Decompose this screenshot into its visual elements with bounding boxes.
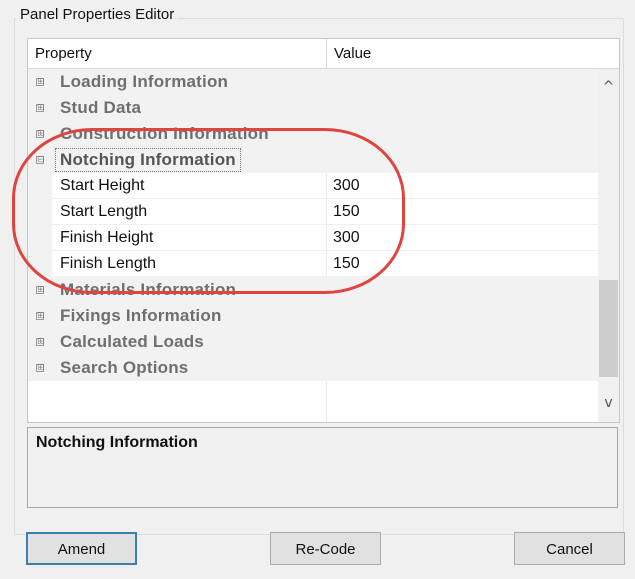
category-fixings-information[interactable]: ⊞ Fixings Information <box>28 303 598 329</box>
category-materials-information[interactable]: ⊞ Materials Information <box>28 277 598 303</box>
expand-icon[interactable]: ⊞ <box>36 104 45 113</box>
expand-icon[interactable]: ⊞ <box>36 286 45 295</box>
row-indent <box>28 251 52 277</box>
row-indent <box>28 199 52 225</box>
recode-button[interactable]: Re-Code <box>270 532 381 565</box>
grid-empty-area <box>28 381 598 422</box>
expand-icon[interactable]: ⊞ <box>36 364 45 373</box>
expand-icon[interactable]: ⊞ <box>36 312 45 321</box>
category-label: Search Options <box>60 358 189 377</box>
property-grid[interactable]: Property Value ⊞ Loading Information ⊞ S… <box>27 38 620 423</box>
grid-header: Property Value <box>28 39 619 69</box>
panel-properties-editor-window: Panel Properties Editor Property Value ⊞… <box>0 0 635 579</box>
category-label: Fixings Information <box>60 306 222 325</box>
property-value[interactable]: 300 <box>333 177 360 195</box>
description-title: Notching Information <box>36 434 198 451</box>
category-label: Loading Information <box>60 72 229 91</box>
scroll-up-arrow-icon[interactable]: ^ <box>598 77 619 97</box>
category-loading-information[interactable]: ⊞ Loading Information <box>28 69 598 95</box>
category-stud-data[interactable]: ⊞ Stud Data <box>28 95 598 121</box>
category-calculated-loads[interactable]: ⊞ Calculated Loads <box>28 329 598 355</box>
amend-button[interactable]: Amend <box>26 532 137 565</box>
column-header-property[interactable]: Property <box>28 39 327 68</box>
category-search-options[interactable]: ⊞ Search Options <box>28 355 598 381</box>
property-row-finish-length[interactable]: Finish Length 150 <box>28 251 598 277</box>
property-name: Finish Height <box>60 229 154 246</box>
property-row-finish-height[interactable]: Finish Height 300 <box>28 225 598 251</box>
expand-icon[interactable]: ⊞ <box>36 130 45 139</box>
category-construction-information[interactable]: ⊞ Construction Information <box>28 121 598 147</box>
scroll-down-arrow-icon[interactable]: v <box>598 393 619 413</box>
property-row-start-length[interactable]: Start Length 150 <box>28 199 598 225</box>
column-header-value[interactable]: Value <box>327 39 619 68</box>
column-divider <box>326 251 327 277</box>
category-label: Calculated Loads <box>60 332 204 351</box>
category-label: Construction Information <box>60 124 269 143</box>
category-label: Notching Information <box>55 148 241 172</box>
column-divider <box>326 381 327 422</box>
row-indent <box>28 225 52 251</box>
expand-icon[interactable]: ⊞ <box>36 78 45 87</box>
column-divider <box>326 199 327 225</box>
property-name: Start Length <box>60 203 148 220</box>
property-name: Start Height <box>60 177 145 194</box>
property-row-start-height[interactable]: Start Height 300 <box>28 173 598 199</box>
category-label: Materials Information <box>60 280 237 299</box>
row-indent <box>28 173 52 199</box>
scrollbar-thumb[interactable] <box>599 280 618 377</box>
collapse-icon[interactable]: ⊟ <box>36 156 45 165</box>
vertical-scrollbar[interactable]: ^ v <box>598 69 619 422</box>
property-value[interactable]: 150 <box>333 203 360 221</box>
property-value[interactable]: 300 <box>333 229 360 247</box>
category-notching-information[interactable]: ⊟ Notching Information <box>28 147 598 173</box>
column-divider <box>326 225 327 251</box>
cancel-button[interactable]: Cancel <box>514 532 625 565</box>
category-label: Stud Data <box>60 98 142 117</box>
column-divider <box>326 173 327 199</box>
property-name: Finish Length <box>60 255 157 272</box>
expand-icon[interactable]: ⊞ <box>36 338 45 347</box>
grid-rows: ⊞ Loading Information ⊞ Stud Data ⊞ Cons… <box>28 69 598 422</box>
property-value[interactable]: 150 <box>333 255 360 273</box>
description-panel: Notching Information <box>27 427 618 508</box>
window-title: Panel Properties Editor <box>16 6 179 23</box>
